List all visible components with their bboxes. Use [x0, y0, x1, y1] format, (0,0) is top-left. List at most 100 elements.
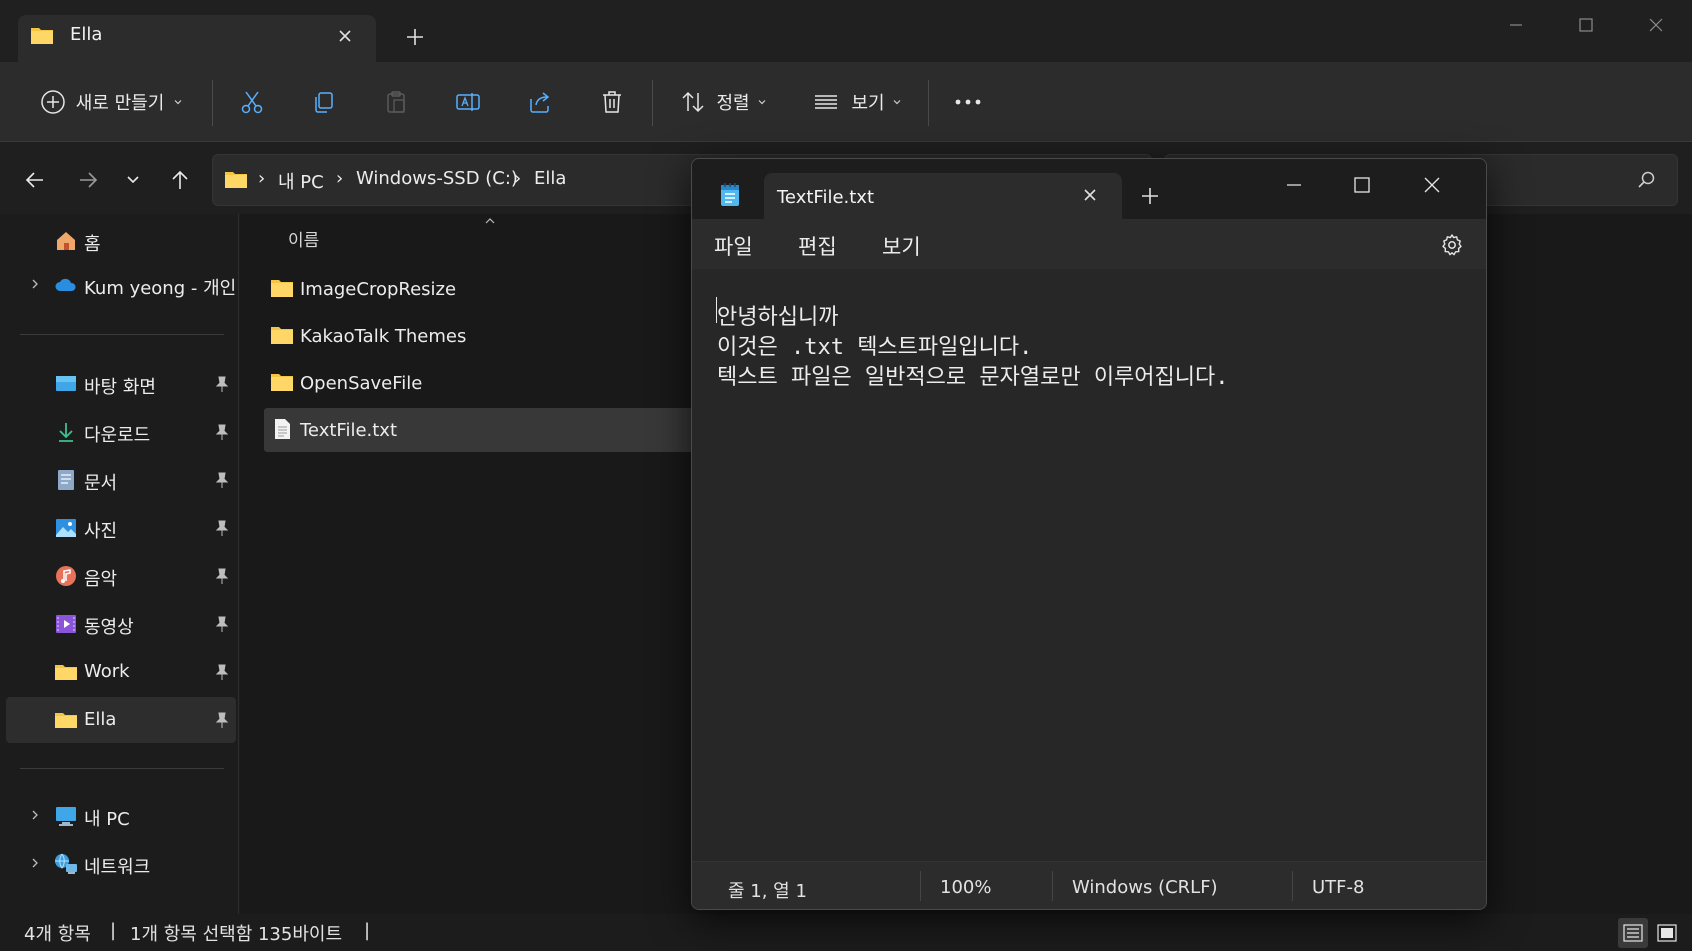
more-options-button[interactable]	[948, 80, 988, 124]
breadcrumb-item[interactable]: Ella	[534, 168, 566, 189]
pin-icon[interactable]	[214, 567, 230, 585]
sidebar-divider	[20, 768, 224, 769]
sidebar-item-label: Kum yeong - 개인	[84, 278, 237, 299]
menu-edit[interactable]: 편집	[798, 231, 837, 261]
recent-locations-button[interactable]	[113, 160, 153, 200]
close-tab-icon[interactable]	[335, 26, 355, 46]
sidebar-item-label: Ella	[84, 709, 117, 730]
breadcrumb-separator: ›	[514, 168, 522, 189]
sort-icon	[682, 91, 704, 113]
documents-icon	[58, 470, 74, 490]
sidebar-item-label: 문서	[84, 473, 118, 494]
maximize-button[interactable]	[1334, 167, 1390, 203]
computer-icon	[56, 807, 76, 826]
delete-button[interactable]	[592, 80, 632, 124]
sort-label: 정렬	[716, 93, 750, 114]
selection-info: 1개 항목 선택함 135바이트	[130, 924, 343, 945]
chevron-down-icon	[127, 176, 139, 184]
sidebar-item-this-pc[interactable]: 내 PC	[6, 793, 236, 839]
back-button[interactable]	[15, 160, 55, 200]
breadcrumb-separator: ›	[258, 168, 266, 189]
menu-view[interactable]: 보기	[882, 231, 921, 261]
chevron-right-icon[interactable]	[28, 808, 42, 822]
search-icon[interactable]	[1636, 170, 1656, 190]
explorer-tab-title: Ella	[70, 24, 103, 45]
chevron-right-icon[interactable]	[28, 277, 42, 291]
new-tab-plus-icon[interactable]	[404, 26, 426, 48]
home-icon	[57, 232, 75, 250]
pin-icon[interactable]	[214, 471, 230, 489]
file-row[interactable]: ImageCropResize	[264, 267, 704, 311]
pictures-icon	[56, 519, 76, 537]
arrow-right-icon	[80, 172, 98, 188]
sidebar-item-network[interactable]: 네트워크	[6, 841, 236, 887]
close-window-button[interactable]	[1404, 167, 1460, 203]
file-row-selected[interactable]: TextFile.txt	[264, 408, 704, 452]
sidebar-item-label: 네트워크	[84, 857, 151, 878]
pin-icon[interactable]	[214, 711, 230, 729]
folder-icon	[271, 327, 293, 344]
file-row[interactable]: KakaoTalk Themes	[264, 314, 704, 358]
close-tab-icon[interactable]	[1080, 185, 1100, 205]
minimize-button[interactable]	[1266, 167, 1322, 203]
sidebar-item-music[interactable]: 음악	[6, 553, 236, 599]
file-name: KakaoTalk Themes	[300, 326, 467, 347]
sidebar-item-videos[interactable]: 동영상	[6, 601, 236, 647]
maximize-button[interactable]	[1556, 8, 1616, 42]
close-window-button[interactable]	[1626, 8, 1686, 42]
cut-button[interactable]	[232, 80, 272, 124]
chevron-right-icon[interactable]	[28, 856, 42, 870]
breadcrumb-item[interactable]: 내 PC	[278, 168, 324, 194]
encoding: UTF-8	[1312, 877, 1365, 898]
view-list-icon	[815, 95, 838, 109]
details-view-button[interactable]	[1618, 918, 1648, 948]
pin-icon[interactable]	[214, 519, 230, 537]
scissors-icon	[241, 91, 263, 114]
view-button[interactable]: 보기	[810, 80, 906, 124]
large-icons-view-button[interactable]	[1652, 918, 1682, 948]
up-button[interactable]	[160, 160, 200, 200]
arrow-up-icon	[172, 170, 188, 189]
file-name: OpenSaveFile	[300, 373, 423, 394]
new-tab-plus-icon[interactable]	[1139, 185, 1161, 207]
breadcrumb-item[interactable]: Windows-SSD (C:)	[356, 168, 518, 189]
sidebar-item-ella[interactable]: Ella	[6, 697, 236, 743]
desktop-icon	[56, 376, 76, 391]
arrow-left-icon	[25, 172, 43, 188]
status-divider	[1292, 871, 1293, 901]
chevron-down-icon	[893, 100, 900, 105]
trash-icon	[603, 91, 621, 113]
pin-icon[interactable]	[214, 615, 230, 633]
paste-button[interactable]	[376, 80, 416, 124]
sidebar-item-label: Work	[84, 661, 130, 682]
new-button[interactable]: 새로 만들기	[30, 80, 194, 124]
column-header-name[interactable]: 이름	[288, 226, 319, 251]
file-row[interactable]: OpenSaveFile	[264, 361, 704, 405]
cursor-position: 줄 1, 열 1	[728, 881, 807, 902]
notepad-tab-title: TextFile.txt	[777, 187, 875, 208]
sidebar-item-pictures[interactable]: 사진	[6, 505, 236, 551]
minimize-button[interactable]	[1486, 8, 1546, 42]
sidebar-item-documents[interactable]: 문서	[6, 457, 236, 503]
sidebar-item-downloads[interactable]: 다운로드	[6, 409, 236, 455]
zoom-level: 100%	[940, 877, 992, 898]
menu-file[interactable]: 파일	[714, 231, 753, 261]
folder-icon	[30, 25, 54, 45]
forward-button[interactable]	[68, 160, 108, 200]
pin-icon[interactable]	[214, 663, 230, 681]
sidebar-item-work[interactable]: Work	[6, 649, 236, 695]
settings-gear-icon[interactable]	[1440, 233, 1464, 257]
pin-icon[interactable]	[214, 423, 230, 441]
copy-button[interactable]	[304, 80, 344, 124]
tiles-view-icon	[1657, 924, 1677, 942]
pin-icon[interactable]	[214, 375, 230, 393]
sidebar-item-desktop[interactable]: 바탕 화면	[6, 361, 236, 407]
sort-button[interactable]: 정렬	[676, 80, 772, 124]
share-button[interactable]	[520, 80, 560, 124]
sidebar-item-onedrive[interactable]: Kum yeong - 개인	[6, 262, 236, 308]
sidebar-divider	[20, 334, 224, 335]
sidebar-item-label: 다운로드	[84, 425, 151, 446]
music-icon	[56, 566, 76, 586]
sidebar-item-home[interactable]: 홈	[6, 218, 236, 264]
rename-button[interactable]	[448, 80, 488, 124]
